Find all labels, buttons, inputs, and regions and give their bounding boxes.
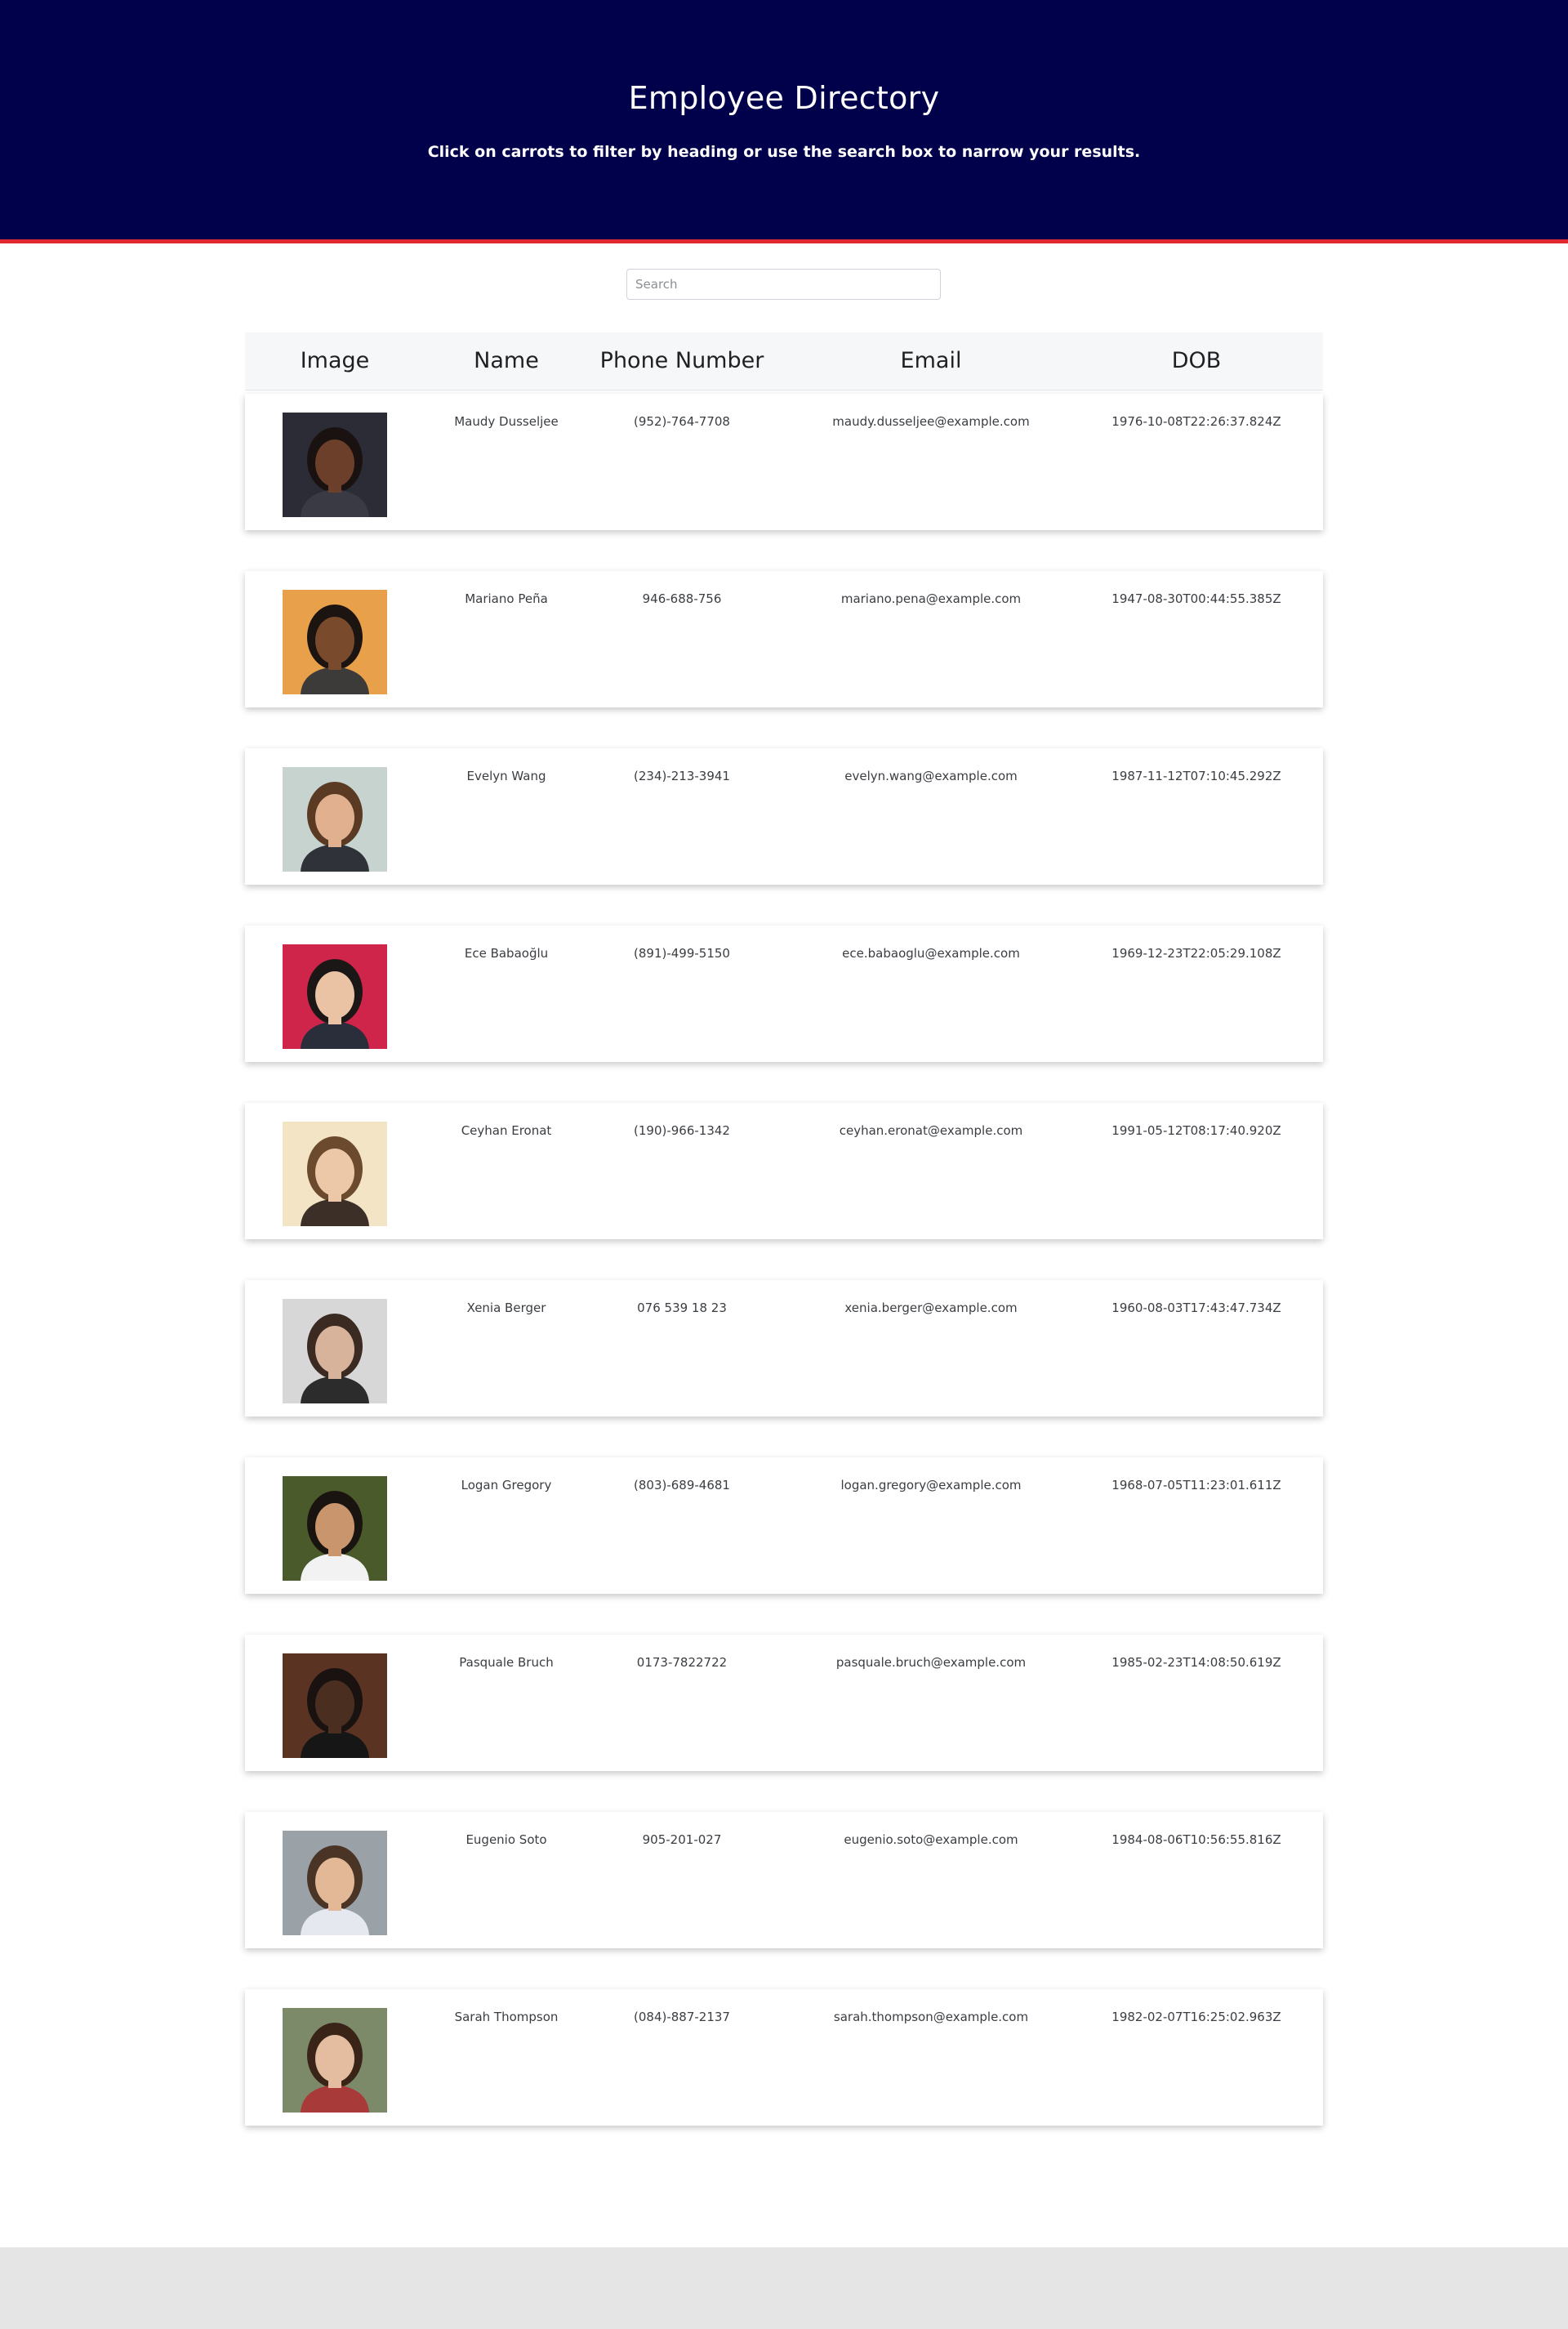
employee-dob: 1982-02-07T16:25:02.963Z [1111,2010,1281,2024]
employee-photo [283,590,387,694]
employee-name: Evelyn Wang [466,769,546,783]
page-header: Employee Directory Click on carrots to f… [0,0,1568,243]
table-row: Maudy Dusseljee (952)-764-7708 maudy.dusse… [245,394,1323,530]
table-row: Xenia Berger 076 539 18 23 xenia.berger@ex… [245,1280,1323,1417]
employee-phone: 0173-7822722 [636,1655,728,1670]
column-header-dob[interactable]: DOB [1062,332,1331,390]
employee-photo [283,2008,387,2113]
employee-phone: (952)-764-7708 [634,414,730,429]
employee-phone: (084)-887-2137 [634,2010,730,2024]
employee-email: evelyn.wang@example.com [844,769,1018,783]
employee-name: Logan Gregory [461,1478,552,1492]
employee-email: eugenio.soto@example.com [844,1832,1018,1847]
table-row: Sarah Thompson (084)-887-2137 sarah.thomps… [245,1989,1323,2126]
employee-name: Sarah Thompson [454,2010,559,2024]
table-row: Mariano Peña 946-688-756 mariano.pena@exam… [245,571,1323,707]
search-box [626,269,941,300]
search-input[interactable] [626,269,941,300]
employee-email: maudy.dusseljee@example.com [832,414,1030,429]
employee-dob: 1987-11-12T07:10:45.292Z [1111,769,1281,783]
employee-phone: (234)-213-3941 [634,769,730,783]
employee-name: Xenia Berger [466,1301,546,1315]
employee-email: mariano.pena@example.com [840,591,1022,606]
employee-phone: 076 539 18 23 [637,1301,727,1315]
table-row: Eugenio Soto 905-201-027 eugenio.soto@exam… [245,1812,1323,1948]
employee-email: ece.babaoglu@example.com [842,946,1020,961]
employee-name: Ece Babaoğlu [464,946,549,961]
employee-dob: 1991-05-12T08:17:40.920Z [1111,1123,1281,1138]
employee-photo [283,1653,387,1758]
employee-photo [283,1299,387,1403]
employee-dob: 1947-08-30T00:44:55.385Z [1111,591,1281,606]
employee-dob: 1968-07-05T11:23:01.611Z [1111,1478,1281,1492]
employee-name: Pasquale Bruch [459,1655,554,1670]
column-header-name[interactable]: Name [433,332,580,390]
employee-dob: 1960-08-03T17:43:47.734Z [1111,1301,1281,1315]
table-header: Image Name Phone Number Email DOB [245,332,1323,390]
table-row: Logan Gregory (803)-689-4681 logan.gregory… [245,1457,1323,1594]
page-title: Employee Directory [628,80,940,116]
employee-dob: 1976-10-08T22:26:37.824Z [1111,414,1281,429]
employee-name: Mariano Peña [465,591,548,606]
employee-email: logan.gregory@example.com [840,1478,1022,1492]
column-header-image[interactable]: Image [261,332,408,390]
page-subtitle: Click on carrots to filter by heading or… [427,143,1141,161]
employee-email: xenia.berger@example.com [844,1301,1018,1315]
employee-name: Maudy Dusseljee [454,414,559,429]
employee-photo [283,767,387,872]
employee-name: Ceyhan Eronat [461,1123,552,1138]
employee-email: ceyhan.eronat@example.com [839,1123,1023,1138]
employee-email: sarah.thompson@example.com [833,2010,1029,2024]
employee-phone: 905-201-027 [642,1832,722,1847]
table-row: Ceyhan Eronat (190)-966-1342 ceyhan.eronat… [245,1103,1323,1239]
employee-photo [283,1831,387,1935]
employee-phone: (891)-499-5150 [634,946,730,961]
column-header-phone[interactable]: Phone Number [588,332,776,390]
employee-phone: (803)-689-4681 [634,1478,730,1492]
employee-name: Eugenio Soto [466,1832,547,1847]
employee-email: pasquale.bruch@example.com [835,1655,1027,1670]
employee-dob: 1969-12-23T22:05:29.108Z [1111,946,1281,961]
employee-dob: 1984-08-06T10:56:55.816Z [1111,1832,1281,1847]
employee-photo [283,944,387,1049]
employee-phone: 946-688-756 [642,591,722,606]
employee-photo [283,1122,387,1226]
table-row: Ece Babaoğlu (891)-499-5150 ece.babaoglu@e… [245,926,1323,1062]
employee-photo [283,1476,387,1581]
table-row: Pasquale Bruch 0173-7822722 pasquale.bruch… [245,1635,1323,1771]
page-footer [0,2247,1568,2329]
employee-photo [283,413,387,517]
employee-dob: 1985-02-23T14:08:50.619Z [1111,1655,1281,1670]
table-row: Evelyn Wang (234)-213-3941 evelyn.wang@exa… [245,748,1323,885]
employee-phone: (190)-966-1342 [634,1123,730,1138]
column-header-email[interactable]: Email [800,332,1062,390]
